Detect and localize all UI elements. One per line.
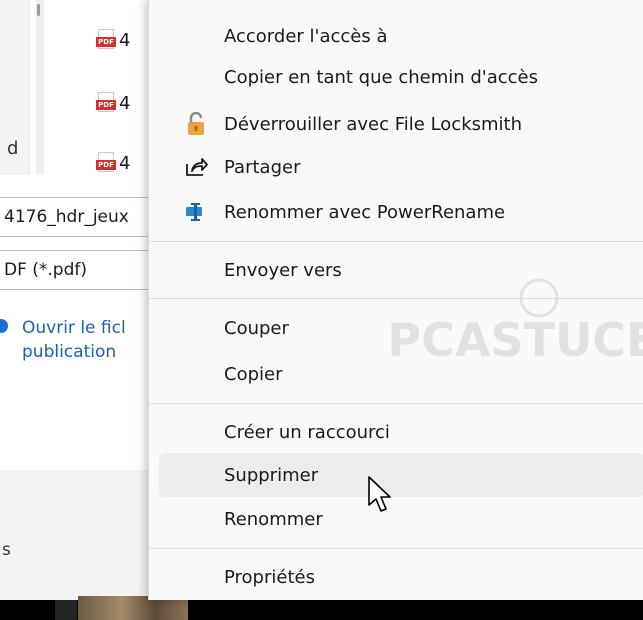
checkbox-icon[interactable] — [0, 319, 8, 333]
menu-item-label: Créer un raccourci — [224, 421, 390, 443]
menu-item-unlock-file-locksmith[interactable]: Déverrouiller avec File Locksmith — [159, 102, 643, 146]
dialog-footer — [0, 470, 160, 600]
filename-field[interactable]: 4176_hdr_jeux — [0, 197, 160, 237]
menu-item-label: Renommer — [224, 508, 323, 530]
taskbar-thumbnail[interactable] — [55, 600, 77, 620]
file-row[interactable]: PDF 4 — [96, 90, 130, 116]
menu-item-label: Couper — [224, 317, 289, 339]
menu-separator — [149, 298, 643, 299]
menu-item-label: Renommer avec PowerRename — [224, 201, 506, 223]
truncated-text: s — [2, 540, 11, 560]
menu-item-powerrename[interactable]: Renommer avec PowerRename — [159, 190, 643, 234]
menu-item-copy[interactable]: Copier — [159, 352, 643, 396]
menu-item-label: Envoyer vers — [224, 259, 342, 281]
menu-item-cut[interactable]: Couper — [159, 306, 643, 350]
powerrename-icon — [183, 199, 209, 225]
menu-item-send-to[interactable]: Envoyer vers — [159, 248, 643, 292]
menu-separator — [149, 548, 643, 549]
file-row[interactable]: PDF 4 — [96, 27, 130, 53]
file-name: 4 — [119, 92, 131, 114]
pdf-file-icon: PDF — [96, 152, 116, 174]
mouse-cursor-icon — [368, 476, 391, 512]
menu-item-grant-access[interactable]: Accorder l'accès à — [159, 14, 643, 58]
menu-item-label: Propriétés — [224, 566, 315, 588]
menu-item-create-shortcut[interactable]: Créer un raccourci — [159, 410, 643, 454]
file-row[interactable]: PDF 4 — [96, 150, 130, 176]
scrollbar-thumb[interactable] — [37, 4, 40, 16]
menu-item-label: Accorder l'accès à — [224, 25, 388, 47]
menu-item-label: Déverrouiller avec File Locksmith — [224, 113, 523, 135]
menu-item-label: Copier — [224, 363, 283, 385]
menu-item-label: Partager — [224, 156, 301, 178]
share-icon — [183, 154, 209, 180]
pdf-file-icon: PDF — [96, 92, 116, 114]
menu-item-rename[interactable]: Renommer — [159, 497, 643, 541]
file-name: 4 — [119, 152, 131, 174]
scrollbar[interactable] — [36, 0, 44, 175]
open-after-publish-label: Ouvrir le ficl publication — [22, 318, 126, 362]
menu-separator — [149, 403, 643, 404]
menu-item-properties[interactable]: Propriétés — [159, 555, 643, 599]
menu-item-label: Copier en tant que chemin d'accès — [224, 66, 539, 88]
open-after-publish-option[interactable]: Ouvrir le ficl publication — [0, 316, 160, 376]
file-name: 4 — [119, 29, 131, 51]
menu-item-delete[interactable]: Supprimer — [159, 453, 643, 497]
truncated-text: d — [7, 138, 19, 159]
menu-item-label: Supprimer — [224, 464, 319, 486]
filetype-select[interactable]: DF (*.pdf) — [0, 250, 160, 290]
lock-icon — [183, 111, 209, 137]
menu-separator — [149, 241, 643, 242]
pdf-file-icon: PDF — [96, 29, 116, 51]
menu-item-copy-as-path[interactable]: Copier en tant que chemin d'accès — [159, 55, 643, 99]
menu-item-share[interactable]: Partager — [159, 145, 643, 189]
